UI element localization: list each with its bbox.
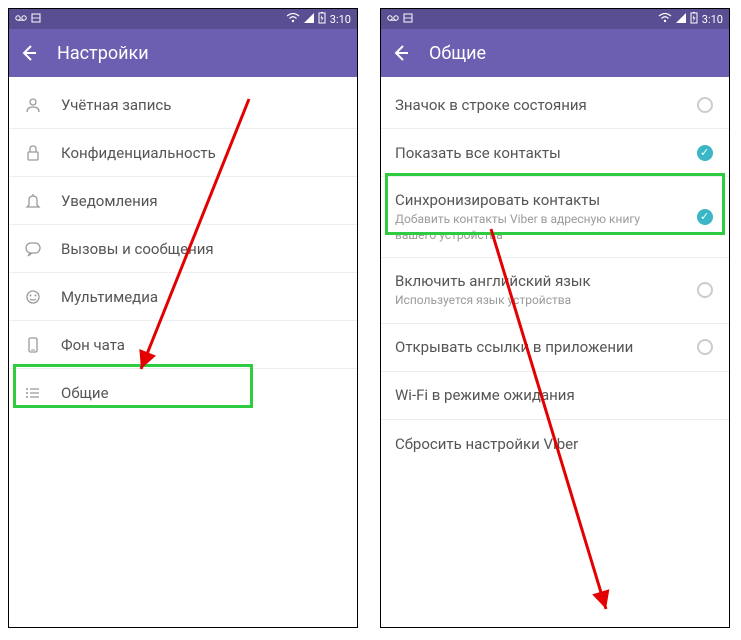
back-button[interactable]	[391, 43, 411, 63]
row-label: Значок в строке состояния	[395, 96, 679, 114]
status-time: 3:10	[702, 13, 723, 26]
voicemail-icon	[15, 13, 27, 26]
general-list: Значок в строке состояния Показать все к…	[381, 77, 729, 472]
row-label: Сбросить настройки Viber	[395, 435, 713, 453]
settings-list: Учётная запись Конфиденциальность Уведом…	[9, 77, 357, 421]
back-button[interactable]	[19, 43, 39, 63]
row-open-links[interactable]: Открывать ссылки в приложении	[381, 324, 729, 372]
user-icon	[23, 96, 43, 114]
wifi-icon	[286, 13, 300, 26]
battery-icon	[318, 12, 326, 27]
row-account[interactable]: Учётная запись	[9, 81, 357, 129]
row-label: Вызовы и сообщения	[61, 240, 341, 258]
signal-icon	[676, 13, 686, 26]
phone-frame-icon	[23, 336, 43, 354]
toggle-on[interactable]	[697, 209, 713, 225]
row-label: Открывать ссылки в приложении	[395, 338, 679, 356]
row-status-icon[interactable]: Значок в строке состояния	[381, 81, 729, 129]
toggle-off[interactable]	[697, 282, 713, 298]
app-bar: Настройки	[9, 29, 357, 77]
row-label: Мультимедиа	[61, 288, 341, 306]
row-label: Синхронизировать контакты	[395, 191, 679, 209]
row-reset-settings[interactable]: Сбросить настройки Viber	[381, 420, 729, 468]
row-show-all-contacts[interactable]: Показать все контакты	[381, 129, 729, 177]
row-media[interactable]: Мультимедиа	[9, 273, 357, 321]
row-label: Wi-Fi в режиме ожидания	[395, 386, 713, 404]
appbar-title: Общие	[429, 43, 486, 64]
app-bar: Общие	[381, 29, 729, 77]
battery-icon	[690, 12, 698, 27]
voicemail-icon	[387, 13, 399, 26]
row-label: Учётная запись	[61, 96, 341, 114]
wifi-icon	[658, 13, 672, 26]
row-label: Уведомления	[61, 192, 341, 210]
control-icon	[31, 13, 41, 26]
control-icon	[403, 13, 413, 26]
row-general[interactable]: Общие	[9, 369, 357, 417]
row-chat-background[interactable]: Фон чата	[9, 321, 357, 369]
lock-icon	[23, 144, 43, 162]
signal-icon	[304, 13, 314, 26]
toggle-off[interactable]	[697, 97, 713, 113]
row-sublabel: Добавить контакты Viber в адресную книгу…	[395, 212, 679, 243]
appbar-title: Настройки	[57, 43, 149, 64]
row-sublabel: Используется язык устройства	[395, 293, 679, 309]
row-english-lang[interactable]: Включить английский язык Используется яз…	[381, 258, 729, 324]
row-label: Общие	[61, 384, 341, 402]
media-icon	[23, 288, 43, 306]
row-privacy[interactable]: Конфиденциальность	[9, 129, 357, 177]
phone-screen-general: 3:10 Общие Значок в строке состояния Пок…	[380, 8, 730, 628]
row-label: Показать все контакты	[395, 144, 679, 162]
status-time: 3:10	[330, 13, 351, 26]
toggle-on[interactable]	[697, 145, 713, 161]
row-label: Включить английский язык	[395, 272, 679, 290]
row-notifications[interactable]: Уведомления	[9, 177, 357, 225]
bell-icon	[23, 192, 43, 210]
row-label: Фон чата	[61, 336, 341, 354]
phone-screen-settings: 3:10 Настройки Учётная запись Конфиденци…	[8, 8, 358, 628]
list-icon	[23, 384, 43, 402]
row-calls-messages[interactable]: Вызовы и сообщения	[9, 225, 357, 273]
row-sync-contacts[interactable]: Синхронизировать контакты Добавить конта…	[381, 177, 729, 258]
status-bar: 3:10	[381, 9, 729, 29]
toggle-off[interactable]	[697, 339, 713, 355]
row-label: Конфиденциальность	[61, 144, 341, 162]
chat-icon	[23, 240, 43, 258]
row-wifi-sleep[interactable]: Wi-Fi в режиме ожидания	[381, 372, 729, 420]
status-bar: 3:10	[9, 9, 357, 29]
